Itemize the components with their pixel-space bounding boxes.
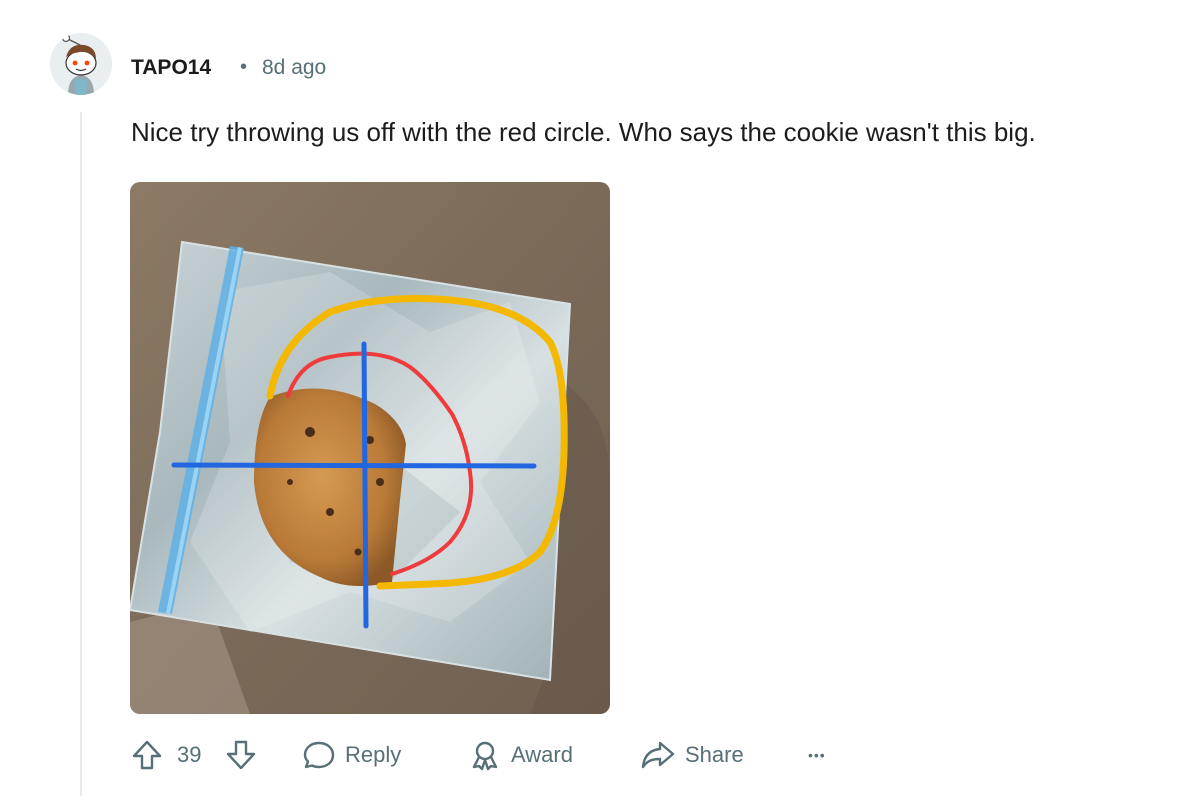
share-label: Share — [685, 742, 744, 767]
reply-button[interactable]: Reply — [302, 734, 401, 776]
meta-separator: • — [240, 56, 248, 78]
upvote-button[interactable] — [130, 734, 164, 776]
comment-text: Nice try throwing us off with the red ci… — [131, 117, 1036, 147]
share-button[interactable]: Share — [640, 734, 744, 776]
more-options-button[interactable]: ••• — [808, 734, 826, 776]
award-button[interactable]: Award — [468, 734, 573, 776]
avatar[interactable] — [50, 33, 112, 95]
vote-count: 39 — [177, 742, 202, 767]
upvote-icon — [132, 740, 162, 770]
comment-bubble-icon — [303, 741, 335, 769]
downvote-icon — [226, 740, 256, 770]
award-icon — [472, 741, 498, 771]
share-arrow-icon — [641, 741, 675, 769]
award-label: Award — [511, 742, 573, 767]
cookie-bag-photo — [130, 182, 610, 714]
timestamp[interactable]: 8d ago — [262, 56, 326, 80]
comment-image[interactable] — [130, 182, 610, 714]
reply-label: Reply — [345, 742, 402, 767]
username[interactable]: TAPO14 — [131, 56, 211, 80]
downvote-button[interactable] — [224, 734, 258, 776]
comment-action-bar: 39 Reply Award Share ••• — [130, 734, 850, 776]
thread-line — [80, 112, 82, 796]
more-icon: ••• — [808, 747, 826, 763]
snoo-avatar-icon — [50, 33, 112, 95]
